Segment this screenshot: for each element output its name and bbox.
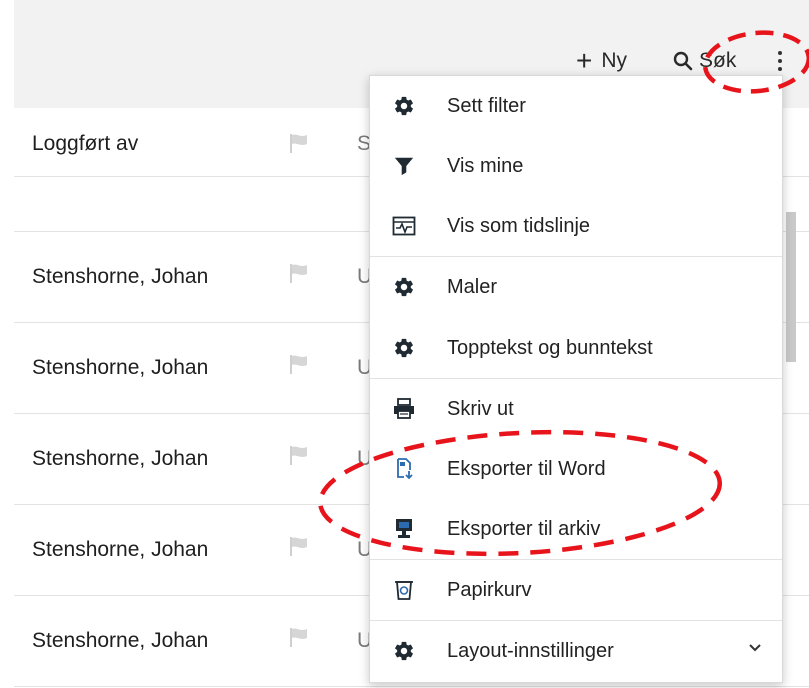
menu-item-skriv-ut[interactable]: Skriv ut: [370, 379, 782, 439]
column-header-logged-by[interactable]: Loggført av: [32, 132, 138, 156]
gear-icon: [392, 275, 416, 299]
menu-item-layout-innstillinger[interactable]: Layout-innstillinger: [370, 621, 782, 681]
menu-item-papirkurv[interactable]: Papirkurv: [370, 560, 782, 620]
menu-item-label: Vis som tidslinje: [447, 215, 591, 237]
menu-item-vis-mine[interactable]: Vis mine: [370, 136, 782, 196]
menu-item-label: Layout-innstillinger: [447, 640, 614, 662]
menu-item-label: Eksporter til arkiv: [447, 518, 601, 540]
printer-icon: [392, 397, 416, 421]
menu-item-label: Papirkurv: [447, 579, 532, 601]
more-options-button[interactable]: [771, 46, 789, 76]
logged-by-cell: Stenshorne, Johan: [32, 265, 209, 288]
plus-icon: +: [576, 45, 593, 76]
menu-item-topptekst-og-bunntekst[interactable]: Topptekst og bunntekst: [370, 318, 782, 378]
new-button-label: Ny: [601, 49, 628, 72]
chevron-down-icon[interactable]: [748, 641, 762, 660]
logged-by-cell: Stenshorne, Johan: [32, 356, 209, 379]
menu-item-label: Eksporter til Word: [447, 458, 606, 480]
menu-item-maler[interactable]: Maler: [370, 257, 782, 317]
menu-item-sett-filter[interactable]: Sett filter: [370, 76, 782, 136]
scrollbar-thumb[interactable]: [786, 212, 796, 362]
flag-icon[interactable]: [288, 444, 310, 471]
options-menu: Sett filter Vis mine Vis som tidslinje M…: [369, 75, 783, 683]
logged-by-cell: Stenshorne, Johan: [32, 447, 209, 470]
flag-icon[interactable]: [288, 535, 310, 562]
search-button[interactable]: Søk: [673, 46, 736, 76]
gear-icon: [392, 336, 416, 360]
timeline-icon: [392, 214, 416, 238]
menu-item-label: Skriv ut: [447, 398, 514, 420]
filter-funnel-icon: [392, 154, 416, 178]
menu-item-label: Sett filter: [447, 95, 526, 117]
new-button[interactable]: + Ny: [576, 46, 627, 76]
gear-icon: [392, 639, 416, 663]
menu-item-vis-som-tidslinje[interactable]: Vis som tidslinje: [370, 196, 782, 256]
flag-icon[interactable]: [288, 626, 310, 653]
gear-icon: [392, 94, 416, 118]
menu-item-label: Vis mine: [447, 155, 524, 177]
flag-icon: [288, 132, 310, 159]
export-archive-icon: [392, 517, 416, 541]
menu-item-label: Topptekst og bunntekst: [447, 337, 653, 359]
menu-item-eksporter-til-word[interactable]: Eksporter til Word: [370, 439, 782, 499]
more-vertical-icon: [778, 51, 782, 71]
search-button-label: Søk: [699, 49, 737, 72]
search-icon: [673, 51, 693, 71]
logged-by-cell: Stenshorne, Johan: [32, 629, 209, 652]
flag-icon[interactable]: [288, 353, 310, 380]
export-word-icon: [392, 457, 416, 481]
menu-item-label: Maler: [447, 276, 498, 298]
menu-item-eksporter-til-arkiv[interactable]: Eksporter til arkiv: [370, 499, 782, 559]
recycle-bin-icon: [392, 578, 416, 602]
logged-by-cell: Stenshorne, Johan: [32, 538, 209, 561]
flag-icon[interactable]: [288, 262, 310, 289]
